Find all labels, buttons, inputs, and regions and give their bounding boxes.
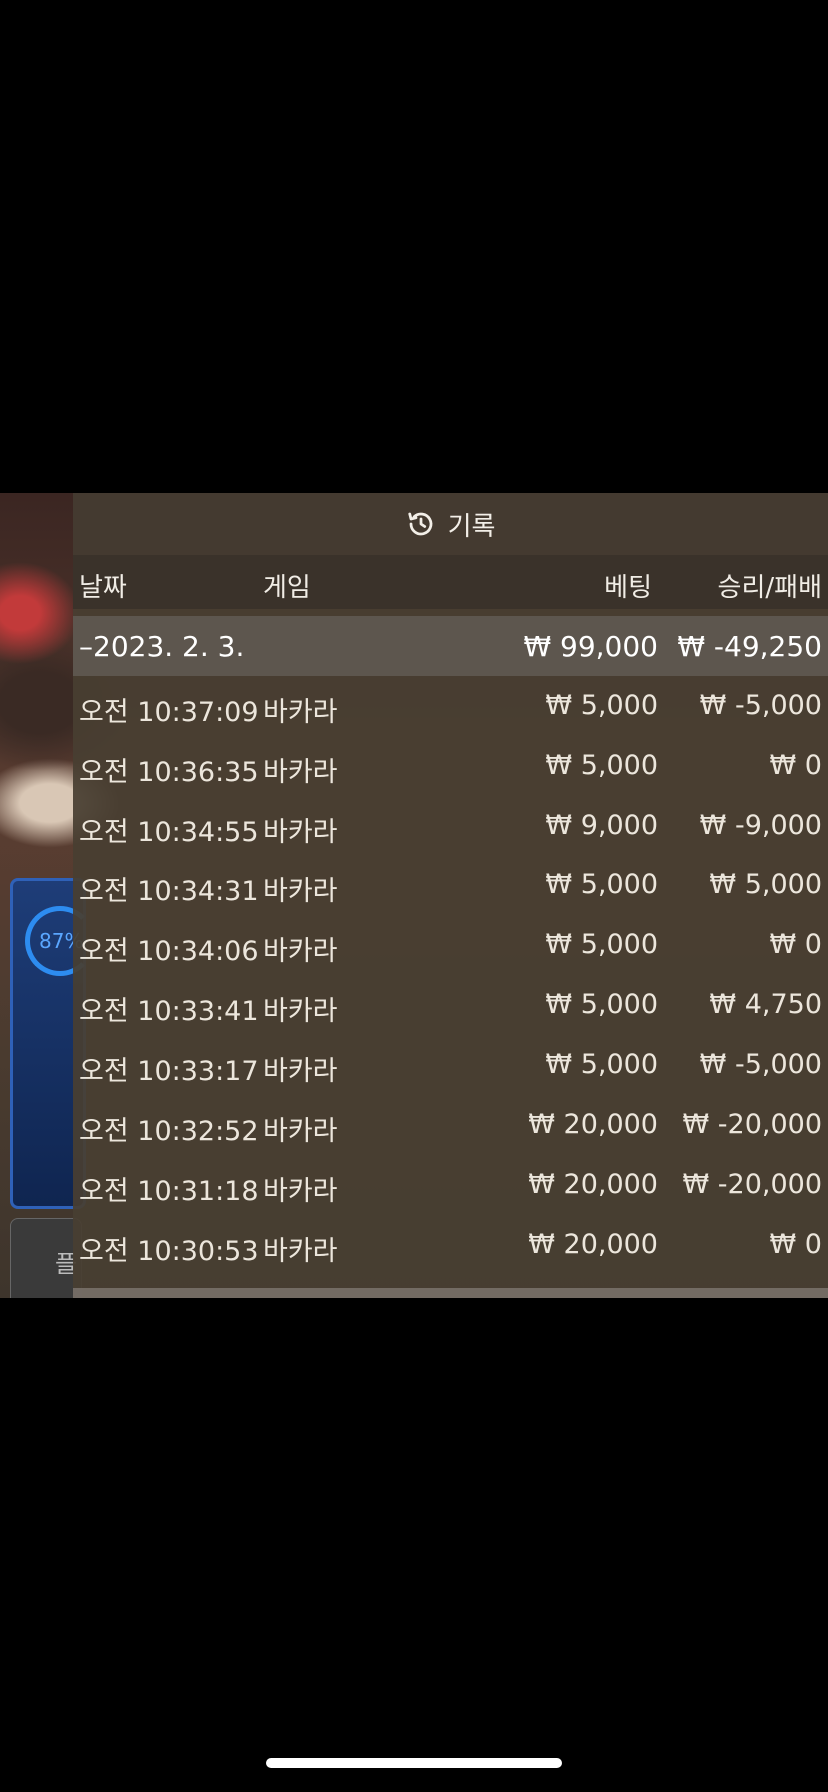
row-result: ₩ -20,000 <box>682 1169 823 1200</box>
row-game: 바카라 <box>263 876 338 907</box>
column-bet: 베팅 <box>604 573 652 603</box>
row-game: 바카라 <box>263 1176 338 1207</box>
history-row[interactable]: 오전 10:31:18 바카라 ₩ 20,000 ₩ -20,000 <box>73 1155 828 1215</box>
side-button[interactable]: 플 <box>10 1218 82 1298</box>
row-game: 바카라 <box>263 936 338 967</box>
home-indicator[interactable] <box>266 1758 562 1768</box>
row-result: ₩ -20,000 <box>682 1109 823 1140</box>
row-game: 바카라 <box>263 1056 338 1087</box>
history-icon <box>407 512 432 536</box>
history-panel: 기록 날짜 게임 베팅 승리/패배 –2023. 2. 3. ₩ 99,000 … <box>73 493 828 1298</box>
history-row[interactable]: 오전 10:32:52 바카라 ₩ 20,000 ₩ -20,000 <box>73 1095 828 1155</box>
column-header-row: 날짜 게임 베팅 승리/패배 <box>73 555 828 609</box>
row-game: 바카라 <box>263 817 338 848</box>
panel-bottom-edge <box>73 1288 828 1298</box>
summary-date: –2023. 2. 3. <box>79 630 245 663</box>
row-game: 바카라 <box>263 1236 338 1267</box>
column-result: 승리/패배 <box>717 573 822 603</box>
row-bet: ₩ 20,000 <box>528 1169 658 1200</box>
row-time: 오전 10:36:35 <box>79 757 259 788</box>
column-date: 날짜 <box>79 573 127 603</box>
row-bet: ₩ 5,000 <box>545 750 658 781</box>
row-time: 오전 10:34:06 <box>79 936 259 967</box>
row-bet: ₩ 9,000 <box>545 810 658 841</box>
row-time: 오전 10:37:09 <box>79 697 259 728</box>
history-header: 기록 <box>73 493 828 555</box>
history-row[interactable]: 오전 10:33:17 바카라 ₩ 5,000 ₩ -5,000 <box>73 1035 828 1095</box>
row-result: ₩ 0 <box>769 1229 822 1260</box>
history-row[interactable]: 오전 10:34:31 바카라 ₩ 5,000 ₩ 5,000 <box>73 855 828 915</box>
row-bet: ₩ 20,000 <box>528 1109 658 1140</box>
summary-bet: ₩ 99,000 <box>523 630 658 663</box>
row-game: 바카라 <box>263 1116 338 1147</box>
row-result: ₩ -5,000 <box>699 690 822 721</box>
history-row[interactable]: 오전 10:36:35 바카라 ₩ 5,000 ₩ 0 <box>73 736 828 796</box>
row-game: 바카라 <box>263 757 338 788</box>
history-title: 기록 <box>447 511 496 542</box>
row-time: 오전 10:34:31 <box>79 876 259 907</box>
row-time: 오전 10:33:17 <box>79 1056 259 1087</box>
row-result: ₩ 5,000 <box>709 869 822 900</box>
row-bet: ₩ 20,000 <box>528 1229 658 1260</box>
date-summary-row[interactable]: –2023. 2. 3. ₩ 99,000 ₩ -49,250 <box>73 616 828 676</box>
history-row[interactable]: 오전 10:33:41 바카라 ₩ 5,000 ₩ 4,750 <box>73 975 828 1035</box>
history-row[interactable]: 오전 10:30:53 바카라 ₩ 20,000 ₩ 0 <box>73 1215 828 1275</box>
history-row[interactable]: 오전 10:34:06 바카라 ₩ 5,000 ₩ 0 <box>73 915 828 975</box>
history-row[interactable]: 오전 10:34:55 바카라 ₩ 9,000 ₩ -9,000 <box>73 796 828 856</box>
row-bet: ₩ 5,000 <box>545 989 658 1020</box>
row-time: 오전 10:33:41 <box>79 996 259 1027</box>
row-game: 바카라 <box>263 697 338 728</box>
row-game: 바카라 <box>263 996 338 1027</box>
row-bet: ₩ 5,000 <box>545 690 658 721</box>
row-bet: ₩ 5,000 <box>545 929 658 960</box>
row-time: 오전 10:34:55 <box>79 817 259 848</box>
row-result: ₩ -5,000 <box>699 1049 822 1080</box>
row-result: ₩ 4,750 <box>709 989 822 1020</box>
row-bet: ₩ 5,000 <box>545 869 658 900</box>
summary-result: ₩ -49,250 <box>677 630 822 663</box>
row-result: ₩ -9,000 <box>699 810 822 841</box>
row-time: 오전 10:31:18 <box>79 1176 259 1207</box>
column-game: 게임 <box>263 573 311 603</box>
row-result: ₩ 0 <box>769 929 822 960</box>
row-bet: ₩ 5,000 <box>545 1049 658 1080</box>
history-row[interactable]: 오전 10:37:09 바카라 ₩ 5,000 ₩ -5,000 <box>73 676 828 736</box>
row-time: 오전 10:32:52 <box>79 1116 259 1147</box>
row-time: 오전 10:30:53 <box>79 1236 259 1267</box>
row-result: ₩ 0 <box>769 750 822 781</box>
